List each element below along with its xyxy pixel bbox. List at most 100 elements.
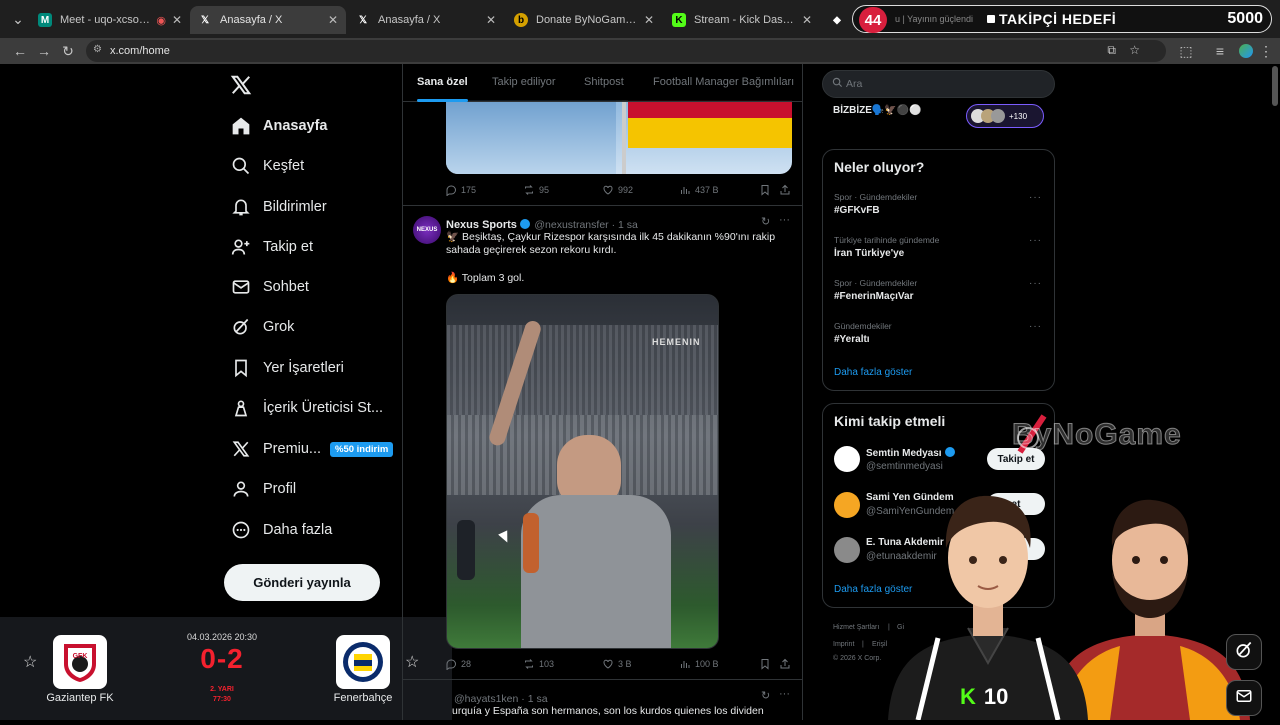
reload-icon[interactable]: ↻ [58,41,78,61]
views-button[interactable]: 100 B [679,658,719,670]
avatar[interactable] [834,537,860,563]
site-info-icon[interactable]: ⚙ [93,44,102,55]
match-score-widget: ☆ GFK Gaziantep FK 04.03.2026 20:30 0-2 … [0,617,452,720]
tweet-image[interactable] [446,100,792,174]
more-dots-icon[interactable]: ··· [779,688,790,700]
address-bar[interactable]: ⚙ x.com/home ⧉ ☆ [86,40,1166,62]
nav-explore-label: Keşfet [263,158,305,174]
browser-tab-bynogame[interactable]: b Donate ByNoGame - Streamer ✕ [506,6,662,34]
tab-football-manager[interactable]: Football Manager Bağımlıları [653,76,794,88]
kick-follower-count: 10 [983,684,1009,709]
suggested-user-name[interactable]: Semtin Medyası [866,447,955,459]
mail-icon [1235,687,1253,710]
tweet-photo[interactable]: HEMENIN [446,294,719,649]
goal-current-count: 44 [859,7,887,33]
bookmark-star-icon[interactable]: ☆ [1129,43,1140,57]
browser-tab-kick[interactable]: K Stream - Kick Dashboard ✕ [664,6,820,34]
menu-dots-icon[interactable]: ⋮ [1256,41,1276,61]
nav-premium-label: Premiu... [263,441,322,457]
more-dots-icon[interactable]: ··· [1029,321,1042,332]
nav-bookmarks[interactable]: Yer İşaretleri [230,352,344,384]
close-icon[interactable]: ✕ [328,13,338,27]
search-icon [230,155,252,177]
tweet-text-line: 🔥 Toplam 3 gol. [446,272,525,284]
share-icon [780,184,790,195]
grok-float-button[interactable] [1226,634,1262,670]
reply-button[interactable]: 28 [445,658,471,670]
close-icon[interactable]: ✕ [486,13,496,27]
browser-tab-x[interactable]: 𝕏 Anasayfa / X ✕ [348,6,504,34]
forward-arrow-icon[interactable]: → [34,41,54,61]
more-dots-icon[interactable]: ··· [1029,278,1042,289]
nav-home[interactable]: Anasayfa [230,110,327,142]
tweet-text-line: urquía y España son hermanos, son los ku… [452,705,764,717]
reply-icon [446,185,456,196]
show-more-link[interactable]: Daha fazla göster [834,367,912,378]
share-button[interactable] [779,658,795,670]
browser-tab-x-active[interactable]: 𝕏 Anasayfa / X ✕ [190,6,346,34]
footer-link[interactable]: Imprint [833,641,854,648]
back-arrow-icon[interactable]: ← [10,41,30,61]
more-dots-icon[interactable]: ··· [1029,192,1042,203]
nav-more[interactable]: Daha fazla [230,514,332,546]
x-home-logo-icon[interactable] [230,74,254,98]
main-feed-column: Sana özel Takip ediliyor Shitpost Footba… [402,64,803,720]
like-button[interactable]: 3 B [602,658,632,670]
avatar[interactable]: NEXUS [413,216,441,244]
tab-following[interactable]: Takip ediliyor [492,76,556,88]
avatar[interactable] [834,446,860,472]
tab-search-chevron-icon[interactable]: ⌄ [8,9,28,29]
close-icon[interactable]: ✕ [802,13,812,27]
nav-profile[interactable]: Profil [230,473,296,505]
nav-creator-studio[interactable]: İçerik Üreticisi St... [230,392,383,424]
trend-name[interactable]: İran Türkiye'ye [834,248,904,259]
nav-explore[interactable]: Keşfet [230,150,304,182]
messages-float-button[interactable] [1226,680,1262,716]
tab-shitpost[interactable]: Shitpost [584,76,624,88]
tab-for-you[interactable]: Sana özel [417,76,468,102]
install-app-icon[interactable]: ⧉ [1107,43,1116,58]
bookmark-button[interactable] [759,658,775,670]
avatar[interactable] [834,492,860,518]
favorite-star-icon[interactable]: ☆ [23,652,37,672]
trend-name[interactable]: #FenerinMaçıVar [834,291,913,302]
nav-grok-label: Grok [263,319,295,335]
community-banner-title[interactable]: BİZBİZE🗣️🦅⚫⚪ [833,105,922,116]
more-dots-icon[interactable]: ··· [779,214,790,226]
reply-button[interactable]: 175 [445,184,476,196]
page-scrollbar[interactable] [1272,66,1278,106]
like-button[interactable]: 992 [602,184,633,196]
profile-avatar-icon[interactable] [1236,41,1256,61]
nav-follow[interactable]: Takip et [230,231,313,263]
nav-premium[interactable]: Premiu... %50 indirim [230,433,394,465]
extensions-icon[interactable]: ⬚ [1176,41,1196,61]
views-chart-icon [681,187,690,194]
community-members-pill[interactable]: +130 [966,104,1044,128]
post-button[interactable]: Gönderi yayınla [224,564,380,601]
nav-chat[interactable]: Sohbet [230,271,309,303]
tweet-author-name[interactable]: Nexus Sports [446,219,517,231]
close-icon[interactable]: ✕ [172,13,182,27]
trend-name[interactable]: #Yeraltı [834,334,870,345]
nav-notifications[interactable]: Bildirimler [230,191,327,223]
footer-separator: | [862,641,864,648]
close-icon[interactable]: ✕ [644,13,654,27]
search-input[interactable]: Ara [822,70,1055,98]
grok-explain-icon[interactable]: ↻ [761,215,770,228]
footer-link[interactable]: Hizmet Şartları [833,624,879,631]
media-icon[interactable]: ≡ [1210,41,1230,61]
trend-name[interactable]: #GFKvFB [834,205,880,216]
grok-explain-icon[interactable]: ↻ [761,689,770,702]
share-button[interactable] [779,184,795,196]
browser-tab-meet[interactable]: M Meet - uqo-xcso-rbg ◉ ✕ [30,6,190,34]
retweet-button[interactable]: 95 [523,184,549,196]
divider [403,205,802,206]
views-button[interactable]: 437 B [679,184,719,196]
nav-grok[interactable]: Grok [230,311,294,343]
member-count: +130 [1009,111,1028,121]
bookmark-icon [761,185,769,196]
retweet-button[interactable]: 103 [523,658,554,670]
bookmark-button[interactable] [759,184,775,196]
more-dots-icon[interactable]: ··· [1029,235,1042,246]
more-circle-icon [230,519,252,541]
